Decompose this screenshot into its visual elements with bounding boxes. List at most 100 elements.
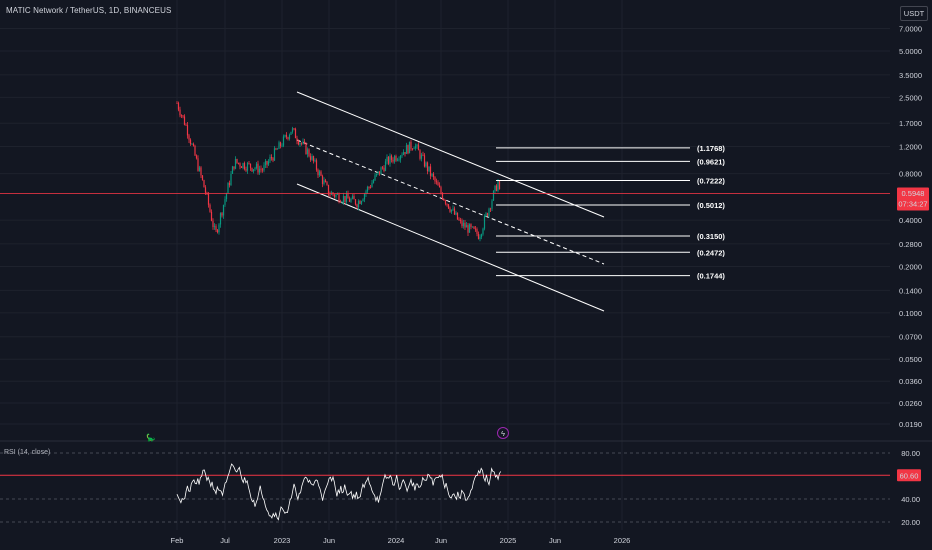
event-icons: 🦕 ϟ bbox=[146, 427, 509, 442]
candle-body bbox=[221, 213, 223, 216]
price-tick-label: 7.0000 bbox=[899, 25, 922, 34]
candle-body bbox=[278, 142, 280, 149]
time-tick-label: 2026 bbox=[614, 536, 631, 545]
candle-body bbox=[285, 135, 288, 138]
candle-body bbox=[248, 163, 250, 164]
candle-body bbox=[210, 211, 213, 221]
candle-body bbox=[200, 167, 202, 176]
candle-body bbox=[390, 155, 393, 160]
candle-body bbox=[395, 156, 397, 161]
price-tick-label: 0.8000 bbox=[899, 170, 922, 179]
candle-body bbox=[467, 225, 469, 233]
candle-body bbox=[485, 213, 487, 217]
candle-body bbox=[438, 185, 441, 188]
candle-body bbox=[309, 156, 312, 160]
candle-body bbox=[345, 193, 348, 202]
price-tick-label: 0.2800 bbox=[899, 240, 922, 249]
candle-body bbox=[416, 144, 418, 146]
candle-body bbox=[494, 185, 496, 191]
candle-body bbox=[350, 198, 352, 202]
candle-body bbox=[450, 209, 453, 212]
candle-body bbox=[215, 226, 217, 231]
candle-body bbox=[227, 182, 229, 194]
lightning-icon: ϟ bbox=[501, 429, 505, 438]
candle-body bbox=[429, 166, 432, 176]
candle-body bbox=[464, 222, 466, 228]
candle-body bbox=[354, 199, 357, 205]
candle-body bbox=[389, 155, 391, 164]
candle-body bbox=[437, 182, 439, 186]
candle-body bbox=[386, 156, 388, 162]
candle-body bbox=[312, 156, 315, 162]
candle-body bbox=[299, 143, 301, 145]
fib-level-label: (1.1768) bbox=[697, 144, 725, 153]
time-tick-label: 2024 bbox=[388, 536, 405, 545]
candle-body bbox=[225, 193, 228, 200]
candle-body bbox=[267, 161, 270, 165]
candle-body bbox=[236, 158, 238, 163]
rsi-line bbox=[176, 463, 502, 521]
candle-body bbox=[492, 190, 495, 201]
candle-body bbox=[384, 161, 387, 171]
dino-icon[interactable]: 🦕 bbox=[146, 433, 155, 442]
candle-body bbox=[387, 156, 390, 164]
candle-body bbox=[254, 168, 256, 170]
candle-body bbox=[263, 165, 265, 171]
symbol-title[interactable]: MATIC Network / TetherUS, 1D, BINANCEUS bbox=[6, 6, 171, 15]
rsi-label[interactable]: RSI (14, close) bbox=[4, 449, 50, 456]
candle-body bbox=[315, 160, 318, 170]
candle-body bbox=[237, 162, 240, 164]
current-price-line: 0.5948 07:34:27 bbox=[0, 187, 929, 211]
candle-body bbox=[305, 142, 307, 155]
candle-body bbox=[434, 177, 436, 182]
candle-body bbox=[213, 226, 216, 228]
price-tick-label: 1.7000 bbox=[899, 119, 922, 128]
candle-body bbox=[371, 182, 373, 188]
candle-body bbox=[359, 201, 361, 204]
candle-body bbox=[326, 182, 328, 185]
candle-body bbox=[192, 143, 195, 146]
candle-body bbox=[245, 169, 247, 171]
candle-body bbox=[357, 201, 360, 208]
candle-body bbox=[180, 115, 183, 117]
candle-body bbox=[300, 143, 303, 144]
candle-body bbox=[471, 226, 474, 228]
currency-button[interactable]: USDT bbox=[900, 6, 928, 21]
candle-body bbox=[369, 187, 372, 188]
candle-body bbox=[269, 157, 271, 162]
candle-body bbox=[432, 173, 435, 178]
price-tick-label: 0.2000 bbox=[899, 262, 922, 271]
candle-body bbox=[281, 145, 283, 147]
fib-level-label: (0.3150) bbox=[697, 232, 725, 241]
price-tick-label: 0.1400 bbox=[899, 286, 922, 295]
candle-body bbox=[294, 128, 297, 139]
candle-body bbox=[360, 201, 363, 204]
candle-body bbox=[233, 166, 235, 169]
candle-body bbox=[375, 173, 378, 176]
candle-body bbox=[356, 204, 358, 208]
candle-body bbox=[480, 234, 483, 238]
candle-body bbox=[353, 196, 355, 200]
candle-body bbox=[231, 166, 234, 174]
candle-body bbox=[482, 228, 484, 235]
rsi-tick-label: 40.00 bbox=[901, 495, 920, 504]
rsi-tick-label: 80.00 bbox=[901, 449, 920, 458]
rsi-pane: 80.00 60.60 40.00 20.00 bbox=[0, 440, 932, 527]
time-tick-label: 2023 bbox=[274, 536, 291, 545]
chart-canvas[interactable]: (1.1768) (0.9621) (0.7222) (0.5012) (0.3150)… bbox=[0, 0, 932, 550]
candle-body bbox=[435, 181, 438, 183]
fib-level-label: (0.5012) bbox=[697, 201, 725, 210]
candle-body bbox=[306, 149, 309, 155]
fib-level-label: (0.9621) bbox=[697, 157, 725, 166]
candle-body bbox=[452, 208, 454, 210]
price-tick-label: 0.0360 bbox=[899, 377, 922, 386]
candle-body bbox=[204, 187, 207, 193]
candle-body bbox=[230, 173, 232, 186]
candle-body bbox=[270, 157, 273, 159]
grid bbox=[0, 0, 890, 530]
candle-body bbox=[266, 161, 268, 165]
candle-body bbox=[458, 219, 460, 221]
candle-body bbox=[303, 141, 306, 143]
candle-body bbox=[179, 109, 181, 116]
candle-body bbox=[284, 135, 286, 137]
